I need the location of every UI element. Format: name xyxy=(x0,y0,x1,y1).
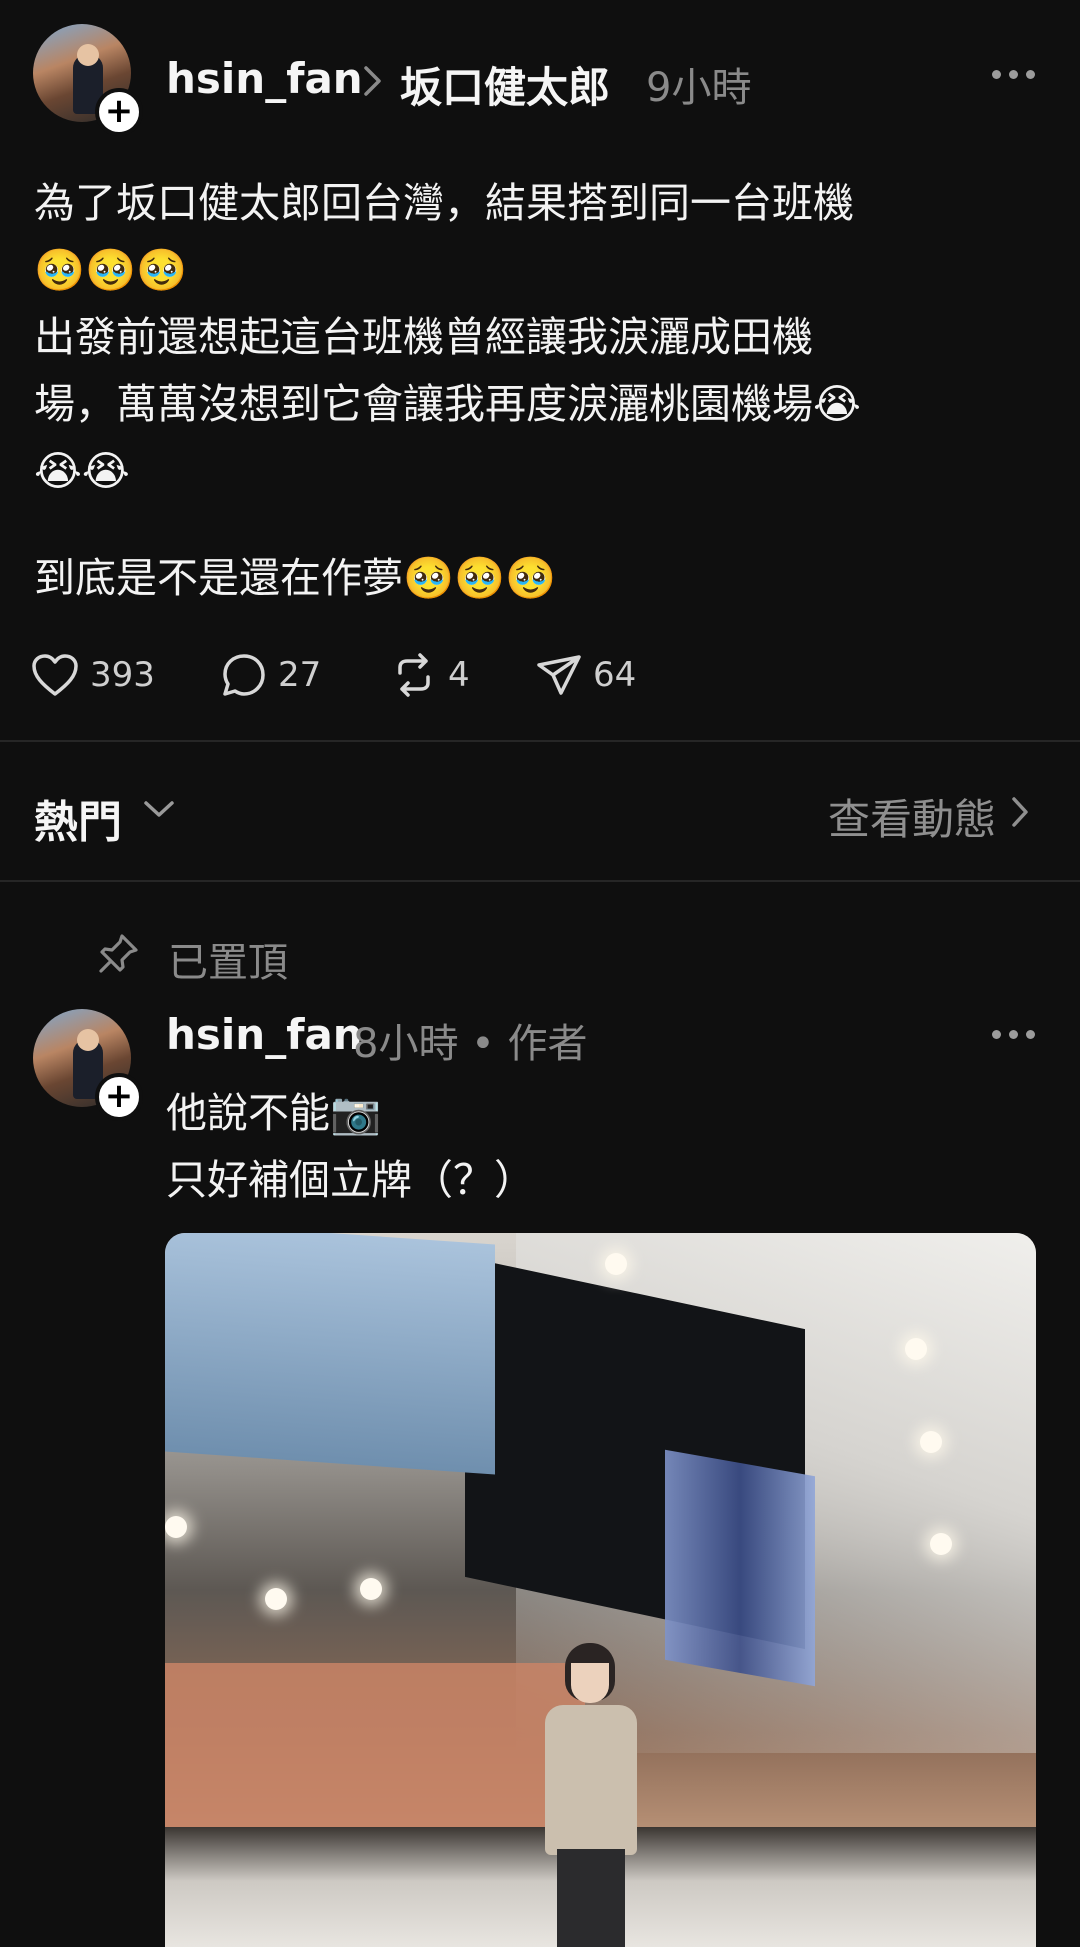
repost-count: 4 xyxy=(448,655,470,695)
divider xyxy=(0,880,1080,882)
chevron-right-icon[interactable] xyxy=(1010,795,1030,829)
photo-flight-screens xyxy=(665,1449,815,1687)
photo-light xyxy=(265,1588,287,1610)
reply-photo[interactable] xyxy=(165,1233,1036,1947)
photo-light xyxy=(930,1533,952,1555)
share-button[interactable]: 64 xyxy=(535,650,636,700)
comment-button[interactable]: 27 xyxy=(220,650,321,700)
standee-legs xyxy=(557,1849,625,1947)
threads-post-page: + hsin_fan 坂口健太郎 9小時 為了坂口健太郎回台灣，結果搭到同一台班… xyxy=(0,0,1080,1947)
follow-plus-icon[interactable]: + xyxy=(95,88,143,136)
standee-face xyxy=(571,1663,609,1703)
photo-sign xyxy=(165,1233,495,1475)
comment-icon xyxy=(223,654,265,696)
photo-light xyxy=(360,1578,382,1600)
comment-count: 27 xyxy=(278,655,322,695)
standee-coat xyxy=(545,1705,637,1855)
chevron-right-icon xyxy=(364,66,381,96)
share-count: 64 xyxy=(593,655,637,695)
photo-light xyxy=(920,1431,942,1453)
reply-username[interactable]: hsin_fan xyxy=(166,1010,363,1059)
pinned-label: 已置頂 xyxy=(168,940,288,986)
follow-plus-icon[interactable]: + xyxy=(95,1073,143,1121)
sort-dropdown-label[interactable]: 熱門 xyxy=(34,786,122,850)
post-timestamp: 9小時 xyxy=(646,65,752,111)
divider xyxy=(0,740,1080,742)
heart-icon xyxy=(32,654,78,696)
post-topic-tag[interactable]: 坂口健太郎 xyxy=(400,54,610,115)
post-username[interactable]: hsin_fan xyxy=(166,54,363,103)
reply-meta: 8小時 • 作者 xyxy=(353,1021,588,1067)
avatar-figure-head xyxy=(77,44,99,66)
avatar-figure-head xyxy=(77,1029,99,1051)
more-icon[interactable] xyxy=(992,70,1036,82)
more-icon[interactable] xyxy=(992,1030,1036,1042)
reply-body: 他說不能📷 只好補個立牌（？） xyxy=(166,1089,535,1204)
pin-icon xyxy=(99,934,138,973)
view-activity-link[interactable]: 查看動態 xyxy=(828,786,996,847)
photo-light xyxy=(605,1253,627,1275)
photo-standee xyxy=(535,1643,645,1947)
photo-light xyxy=(165,1516,187,1538)
photo-light xyxy=(905,1338,927,1360)
repost-icon xyxy=(398,653,430,697)
like-count: 393 xyxy=(90,655,155,695)
post-body: 為了坂口健太郎回台灣，結果搭到同一台班機 🥹🥹🥹 出發前還想起這台班機曾經讓我淚… xyxy=(34,179,861,495)
share-icon xyxy=(537,655,581,695)
post-body-closing: 到底是不是還在作夢🥹🥹🥹 xyxy=(34,554,557,602)
repost-button[interactable]: 4 xyxy=(390,650,470,700)
chevron-down-icon[interactable] xyxy=(142,798,176,820)
like-button[interactable]: 393 xyxy=(30,650,155,700)
